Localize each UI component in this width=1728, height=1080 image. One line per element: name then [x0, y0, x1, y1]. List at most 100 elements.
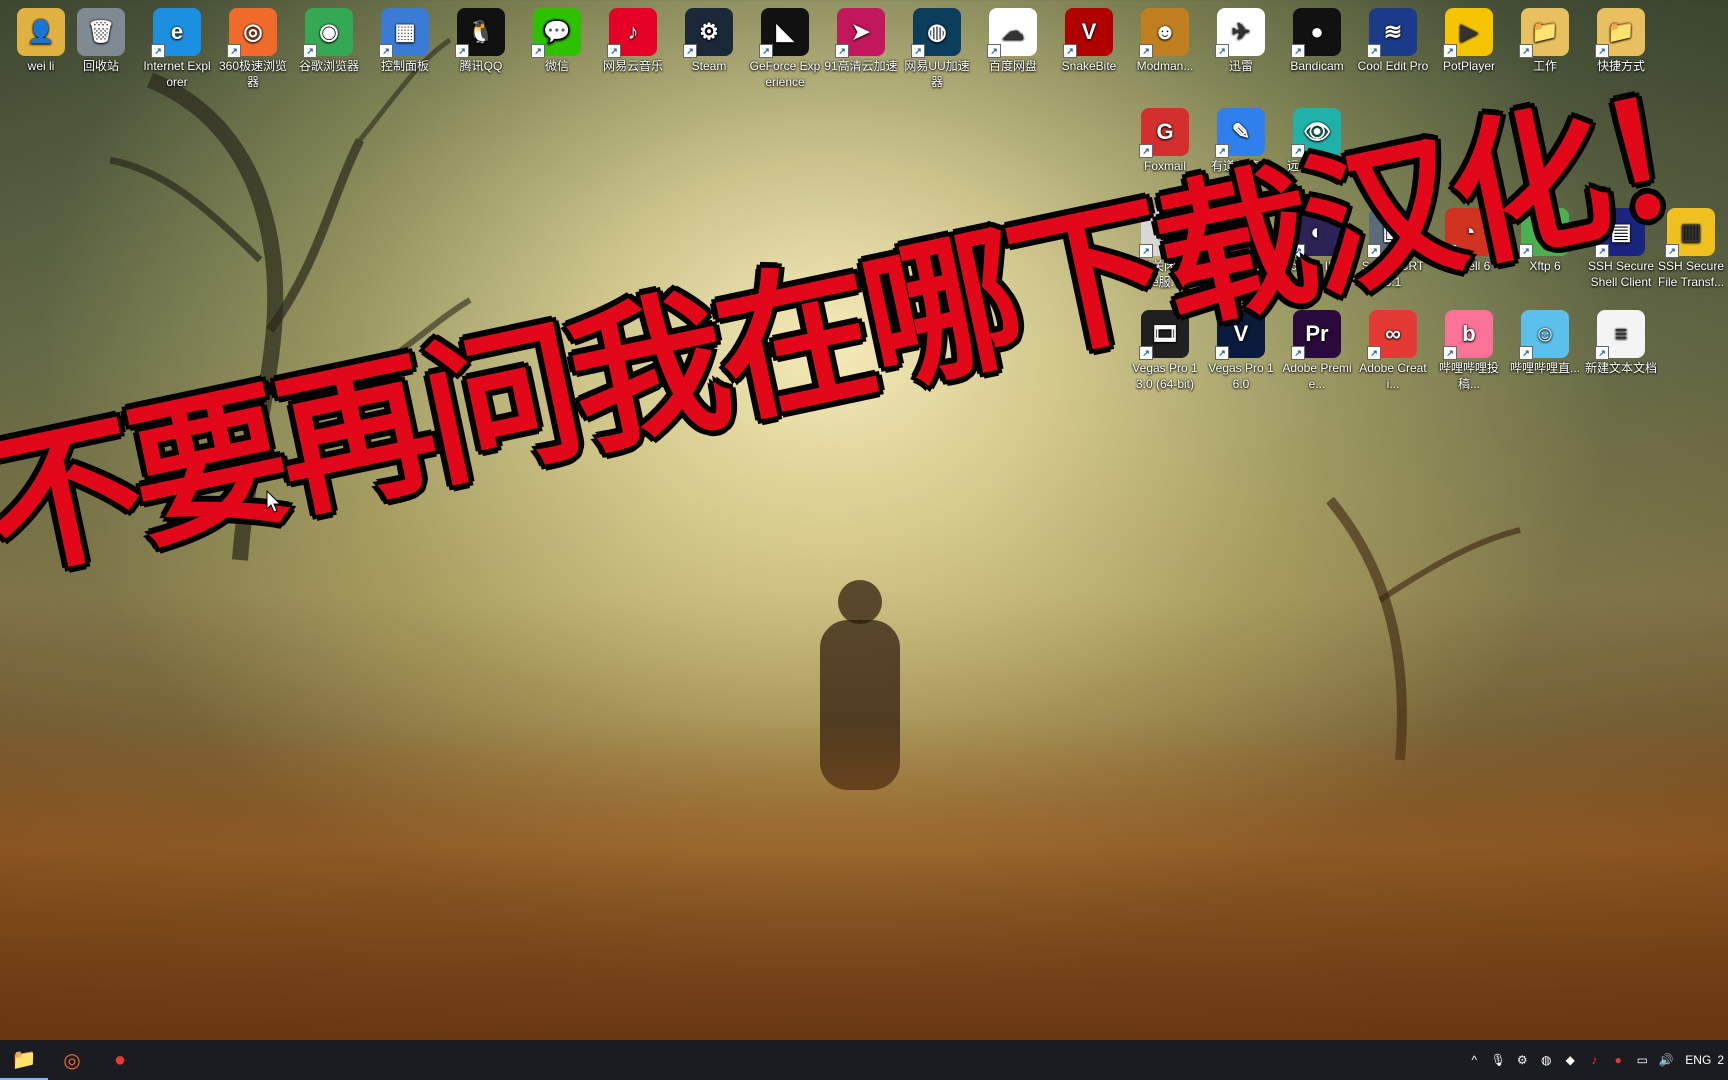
desktop-icon[interactable]: ⚙ ↗ Steam — [672, 4, 746, 74]
icon-glyph: ➤ — [851, 19, 871, 44]
desktop-icon[interactable]: ≡ ↗ 新建文本文档 — [1584, 306, 1658, 376]
bandicam-icon: ● — [113, 1048, 127, 1071]
recycle-bin-icon: 🗑 — [77, 8, 125, 56]
bandicam-tray-icon[interactable]: ● — [1609, 1051, 1627, 1069]
grass-field — [0, 720, 1728, 1040]
shortcut-arrow-icon: ↗ — [1519, 346, 1533, 360]
icon-glyph: ◉ — [319, 19, 339, 44]
shortcut-arrow-icon: ↗ — [531, 44, 545, 58]
icon-glyph: ≡ — [1614, 321, 1628, 346]
icon-glyph: ◍ — [927, 19, 947, 44]
desktop-icon-label: Adobe Creati... — [1359, 361, 1427, 391]
icon-glyph: V — [1081, 19, 1097, 44]
desktop-icon[interactable]: ◍ ↗ 网易UU加速器 — [900, 4, 974, 90]
desktop-icon[interactable]: V ↗ SnakeBite — [1052, 4, 1126, 74]
desktop-icon[interactable]: b ↗ 哔哩哔哩投稿... — [1432, 306, 1506, 392]
cool-edit-icon: ≋ ↗ — [1367, 8, 1417, 58]
modman-icon: ☻ ↗ — [1139, 8, 1189, 58]
bilibili-live-icon: ☺ ↗ — [1519, 310, 1569, 360]
shortcut-arrow-icon: ↗ — [303, 44, 317, 58]
icon-glyph: ◎ — [243, 19, 263, 44]
shortcut-arrow-icon: ↗ — [759, 44, 773, 58]
desktop-icon[interactable]: ♪ ↗ 网易云音乐 — [596, 4, 670, 74]
icon-glyph: b — [1462, 321, 1476, 346]
icon-glyph: ≋ — [1383, 19, 1403, 44]
taskbar-360-browser-button[interactable]: ◎ — [48, 1040, 96, 1080]
ie-icon: e ↗ — [151, 8, 201, 58]
text-document-icon: ≡ ↗ — [1595, 310, 1645, 360]
shortcut-arrow-icon: ↗ — [911, 44, 925, 58]
tray-overflow-chevron-icon[interactable]: ^ — [1465, 1051, 1483, 1069]
input-language-indicator[interactable]: ENG — [1685, 1051, 1711, 1069]
uu-accelerator-icon: ◍ ↗ — [911, 8, 961, 58]
desktop-icon-label: 回收站 — [82, 59, 119, 73]
desktop-icon-label: Modman... — [1136, 59, 1194, 73]
control-panel-icon: ▦ ↗ — [379, 8, 429, 58]
desktop-icon[interactable]: ● ↗ Bandicam — [1280, 4, 1354, 74]
desktop-icon-label: 控制面板 — [380, 59, 429, 73]
snakebite-icon: V ↗ — [1063, 8, 1113, 58]
icon-glyph: ▦ — [394, 19, 416, 44]
taskbar-bandicam-button[interactable]: ● — [96, 1040, 144, 1080]
icon-glyph: ∞ — [1385, 321, 1401, 346]
baidu-netdisk-icon: ☁ ↗ — [987, 8, 1037, 58]
desktop-icon-label: GeForce Experience — [749, 59, 821, 89]
desktop-icon[interactable]: ≋ ↗ Cool Edit Pro — [1356, 4, 1430, 74]
system-tray: ^ 🎙 ⚙ ◍ ◆ ♪ ● ▭ 🔊 ENG 2 — [1465, 1040, 1728, 1080]
desktop-icon[interactable]: ◉ ↗ 谷歌浏览器 — [292, 4, 366, 74]
folder-icon: 📁 — [11, 1048, 37, 1071]
netease-music-tray-icon[interactable]: ♪ — [1585, 1051, 1603, 1069]
microphone-icon[interactable]: 🎙 — [1489, 1051, 1507, 1069]
shortcut-arrow-icon: ↗ — [455, 44, 469, 58]
desktop-icon-label: SSH Secure File Transf... — [1657, 259, 1725, 289]
desktop-icon[interactable]: ☁ ↗ 百度网盘 — [976, 4, 1050, 74]
shortcut-arrow-icon: ↗ — [1291, 346, 1305, 360]
uu-tray-icon[interactable]: ◍ — [1537, 1051, 1555, 1069]
shortcut-arrow-icon: ↗ — [1443, 346, 1457, 360]
desktop-icon[interactable]: ◣ ↗ GeForce Experience — [748, 4, 822, 90]
shortcut-arrow-icon: ↗ — [683, 44, 697, 58]
desktop-icon[interactable]: ◎ ↗ 360极速浏览器 — [216, 4, 290, 90]
desktop-icon-label: 哔哩哔哩直... — [1509, 361, 1580, 375]
shortcut-arrow-icon: ↗ — [1443, 44, 1457, 58]
shortcut-arrow-icon: ↗ — [1139, 44, 1153, 58]
icon-glyph: 🗑 — [87, 19, 115, 44]
shortcut-arrow-icon: ↗ — [1595, 346, 1609, 360]
icon-glyph: ◣ — [776, 19, 794, 44]
desktop-icon-label: 新建文本文档 — [1584, 361, 1657, 375]
desktop-icon-label: 微信 — [544, 59, 569, 73]
desktop-icon[interactable]: 💬 ↗ 微信 — [520, 4, 594, 74]
icon-glyph: ✈ — [1231, 19, 1251, 44]
shortcut-arrow-icon: ↗ — [1063, 44, 1077, 58]
desktop-icon[interactable]: 🗑 回收站 — [64, 4, 138, 74]
taskbar-file-explorer-button[interactable]: 📁 — [0, 1040, 48, 1080]
thunder-icon: ✈ ↗ — [1215, 8, 1265, 58]
desktop-icon[interactable]: ✈ ↗ 迅雷 — [1204, 4, 1278, 74]
volume-icon[interactable]: 🔊 — [1657, 1051, 1675, 1069]
bandicam-icon: ● ↗ — [1291, 8, 1341, 58]
shortcut-arrow-icon: ↗ — [379, 44, 393, 58]
icon-glyph: ⚙ — [699, 19, 719, 44]
shortcut-arrow-icon: ↗ — [1367, 44, 1381, 58]
desktop-icon-label: 百度网盘 — [988, 59, 1037, 73]
chrome-icon: ◉ ↗ — [303, 8, 353, 58]
desktop-icon[interactable]: 🐧 ↗ 腾讯QQ — [444, 4, 518, 74]
icon-glyph: ☻ — [1153, 19, 1177, 44]
desktop-icon[interactable]: ☻ ↗ Modman... — [1128, 4, 1202, 74]
clock[interactable]: 2 — [1717, 1051, 1724, 1069]
steam-tray-icon[interactable]: ⚙ — [1513, 1051, 1531, 1069]
tray-app-icon[interactable]: ◆ — [1561, 1051, 1579, 1069]
network-icon[interactable]: ▭ — [1633, 1051, 1651, 1069]
desktop-icon[interactable]: ➤ ↗ 91高清云加速 — [824, 4, 898, 74]
icon-glyph: ☁ — [1002, 19, 1024, 44]
desktop-icon-label: 网易云音乐 — [602, 59, 663, 73]
desktop-icon[interactable]: e ↗ Internet Explorer — [140, 4, 214, 90]
icon-glyph: ♪ — [627, 19, 639, 44]
shortcut-arrow-icon: ↗ — [1367, 346, 1381, 360]
desktop-icon-label: 谷歌浏览器 — [298, 59, 359, 73]
desktop-icon-label: 哔哩哔哩投稿... — [1438, 361, 1499, 391]
desktop-icon-label: Cool Edit Pro — [1357, 59, 1429, 73]
desktop-icon[interactable]: ▦ ↗ 控制面板 — [368, 4, 442, 74]
shortcut-arrow-icon: ↗ — [607, 44, 621, 58]
desktop-icon[interactable]: ☺ ↗ 哔哩哔哩直... — [1508, 306, 1582, 376]
